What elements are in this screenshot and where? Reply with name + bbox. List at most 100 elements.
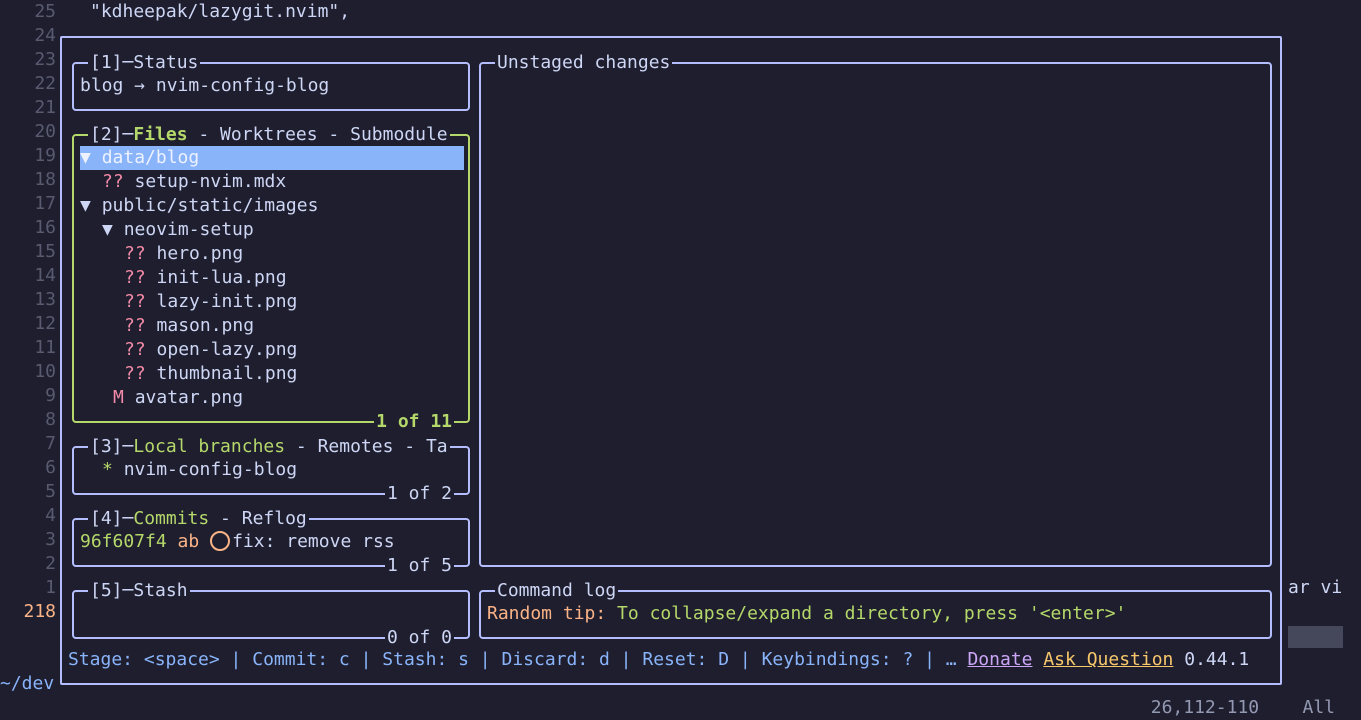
collapse-triangle-icon[interactable]: ▼: [102, 219, 124, 240]
line-number: 218: [23, 601, 56, 622]
line-number: 23: [34, 49, 56, 70]
file-tree-file[interactable]: ?? mason.png: [80, 314, 254, 338]
file-status-badge: M: [113, 387, 135, 408]
stash-panel-counter: 0 of 0: [384, 626, 454, 650]
tab-commits[interactable]: Commits: [133, 508, 209, 529]
commits-panel-counter: 1 of 5: [384, 554, 454, 578]
file-name: data/blog: [101, 147, 200, 168]
file-name: neovim-setup: [123, 219, 254, 240]
tab-worktrees-submodule[interactable]: - Worktrees - Submodule: [188, 124, 447, 145]
editor-cursorline-fragment: [1288, 626, 1343, 648]
branches-panel-title: [3]─Local branches - Remotes - Ta: [88, 435, 450, 459]
file-status-badge: ??: [124, 339, 157, 360]
file-tree-file[interactable]: M avatar.png: [80, 386, 243, 410]
commit-author: ab: [177, 531, 200, 552]
editor-overflow-text: ar vi: [1288, 577, 1343, 598]
keybinding-options-bar: Stage: <space> | Commit: c | Stash: s | …: [68, 648, 1249, 672]
file-status-badge: ??: [124, 243, 157, 264]
unstaged-changes-title: Unstaged changes: [495, 51, 673, 75]
branches-panel-counter: 1 of 2: [384, 482, 454, 506]
line-number: 10: [34, 361, 56, 382]
line-number: 24: [34, 25, 56, 46]
status-panel-title: [1]─Status: [88, 51, 201, 75]
command-log-panel: Command log Random tip: To collapse/expa…: [479, 579, 1272, 639]
current-branch-marker: *: [102, 459, 124, 480]
line-number: 3: [45, 529, 56, 550]
line-number: 17: [34, 193, 56, 214]
line-number: 19: [34, 145, 56, 166]
cwd-label: ~/dev: [0, 673, 55, 694]
commit-hash: 96f607f4: [80, 531, 167, 552]
file-name: hero.png: [156, 243, 244, 264]
file-tree-file[interactable]: ?? init-lua.png: [80, 266, 287, 290]
file-status-badge: ??: [124, 291, 157, 312]
file-status-badge: ??: [102, 171, 135, 192]
file-tree-file[interactable]: ?? thumbnail.png: [80, 362, 297, 386]
keybinding-hints: Stage: <space> | Commit: c | Stash: s | …: [68, 649, 968, 670]
file-status-badge: ??: [124, 315, 157, 336]
file-name: public/static/images: [101, 195, 319, 216]
status-panel[interactable]: [1]─Status blog → nvim-config-blog: [72, 51, 470, 111]
file-tree-file[interactable]: ?? setup-nvim.mdx: [80, 170, 286, 194]
file-tree-file[interactable]: ?? hero.png: [80, 242, 243, 266]
line-number: 7: [45, 433, 56, 454]
line-number: 11: [34, 337, 56, 358]
file-tree-file[interactable]: ?? lazy-init.png: [80, 290, 297, 314]
donate-link[interactable]: Donate: [967, 649, 1032, 670]
commits-panel[interactable]: [4]─Commits - Reflog 96f607f4 ab fix: re…: [72, 507, 470, 578]
line-number: 22: [34, 73, 56, 94]
line-number: 6: [45, 457, 56, 478]
tab-remotes-tags[interactable]: - Remotes - Ta: [285, 436, 448, 457]
file-name: thumbnail.png: [156, 363, 298, 384]
tab-reflog[interactable]: - Reflog: [209, 508, 307, 529]
line-number: 13: [34, 289, 56, 310]
line-number: 20: [34, 121, 56, 142]
file-tree-directory[interactable]: ▼ neovim-setup: [80, 218, 254, 242]
line-number: 21: [34, 97, 56, 118]
tab-files[interactable]: Files: [133, 124, 187, 145]
random-tip: Random tip: To collapse/expand a directo…: [487, 603, 1127, 624]
repo-branch-status: blog → nvim-config-blog: [80, 75, 330, 96]
collapse-triangle-icon[interactable]: ▼: [80, 147, 102, 168]
branch-item[interactable]: * nvim-config-blog: [102, 458, 297, 482]
file-name: open-lazy.png: [156, 339, 298, 360]
files-panel[interactable]: [2]─Files - Worktrees - Submodule ▼ data…: [72, 123, 470, 434]
ask-question-link[interactable]: Ask Question: [1043, 649, 1173, 670]
editor-top-line: "kdheepak/lazygit.nvim",: [90, 1, 351, 22]
line-number: 1: [45, 577, 56, 598]
line-number: 5: [45, 481, 56, 502]
file-status-badge: ??: [124, 363, 157, 384]
file-name: avatar.png: [134, 387, 244, 408]
commit-message: fix: remove rss: [232, 531, 395, 552]
line-number: 14: [34, 265, 56, 286]
commits-panel-title: [4]─Commits - Reflog: [88, 507, 309, 531]
file-status-badge: ??: [124, 267, 157, 288]
commit-item[interactable]: 96f607f4 ab fix: remove rss: [80, 530, 395, 554]
version-label: 0.44.1: [1184, 649, 1250, 670]
command-log-title: Command log: [495, 579, 619, 603]
branches-panel[interactable]: [3]─Local branches - Remotes - Ta * nvim…: [72, 435, 470, 506]
file-name: lazy-init.png: [156, 291, 298, 312]
file-name: setup-nvim.mdx: [134, 171, 287, 192]
files-panel-counter: 1 of 11: [374, 410, 454, 434]
line-number: 15: [34, 241, 56, 262]
line-number: 2: [45, 553, 56, 574]
commit-graph-node-icon: [210, 531, 231, 551]
line-number: 9: [45, 385, 56, 406]
stash-panel[interactable]: [5]─Stash 0 of 0: [72, 579, 470, 650]
unstaged-changes-panel[interactable]: Unstaged changes: [479, 51, 1272, 567]
file-name: mason.png: [156, 315, 255, 336]
lazygit-window: [1]─Status blog → nvim-config-blog [2]─F…: [60, 36, 1282, 685]
line-number: 12: [34, 313, 56, 334]
line-number: 18: [34, 169, 56, 190]
files-panel-title: [2]─Files - Worktrees - Submodule: [88, 123, 450, 147]
file-tree-file[interactable]: ?? open-lazy.png: [80, 338, 297, 362]
line-number: 25: [34, 1, 56, 22]
line-number: 4: [45, 505, 56, 526]
file-tree-directory[interactable]: ▼ data/blog: [80, 146, 464, 170]
file-name: init-lua.png: [156, 267, 287, 288]
file-tree-directory[interactable]: ▼ public/static/images: [80, 194, 318, 218]
tab-local-branches[interactable]: Local branches: [133, 436, 285, 457]
collapse-triangle-icon[interactable]: ▼: [80, 195, 102, 216]
stash-panel-title: [5]─Stash: [88, 579, 190, 603]
